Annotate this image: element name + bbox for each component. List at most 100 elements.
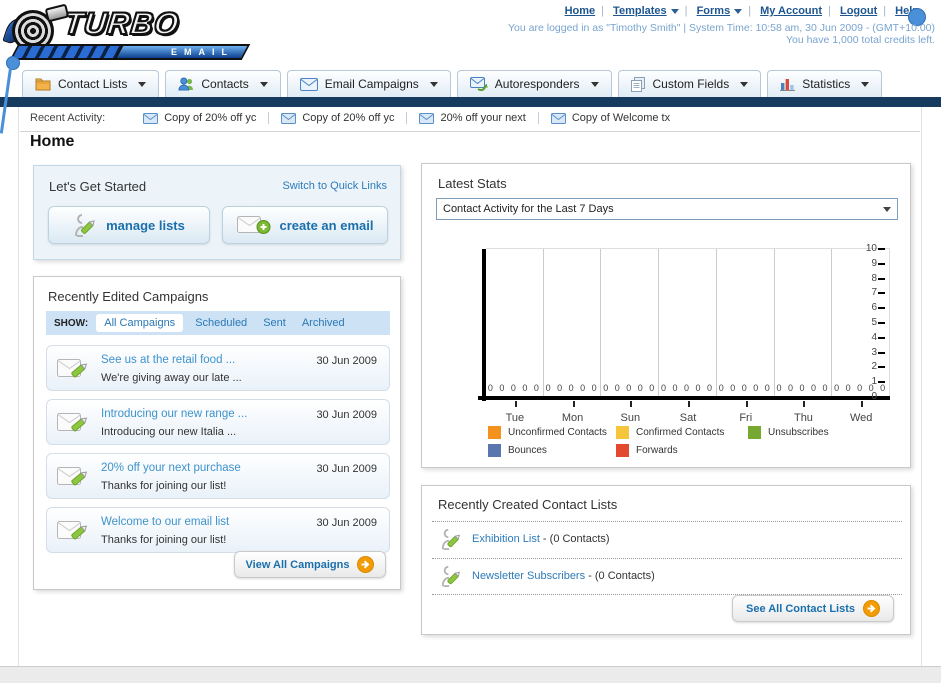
y-tick-label: 3	[871, 346, 877, 358]
tab-label: Contacts	[201, 77, 249, 91]
legend-swatch	[616, 444, 629, 457]
contact-list-row[interactable]: Exhibition List - (0 Contacts)	[440, 526, 610, 552]
x-tick-mark	[572, 401, 575, 407]
legend-item: Confirmed Contacts	[616, 426, 748, 439]
y-tick-label: 8	[871, 272, 877, 284]
chevron-down-icon	[138, 81, 147, 87]
bar-chart-icon	[780, 79, 796, 91]
x-tick-label: Mon	[544, 401, 602, 424]
main-nav-tabs: Contact Lists Contacts Email Campaigns A…	[22, 70, 883, 97]
legend-label: Confirmed Contacts	[636, 427, 725, 438]
switch-quick-links-link[interactable]: Switch to Quick Links	[282, 180, 387, 192]
pages-icon	[630, 76, 645, 92]
manage-lists-label: manage lists	[106, 217, 185, 233]
chevron-down-icon	[740, 81, 749, 87]
y-tick-mark	[878, 336, 885, 339]
campaign-filter-bar: SHOW: All Campaigns Scheduled Sent Archi…	[46, 311, 390, 335]
series-value-labels: 0 0 0 0 0	[776, 383, 830, 393]
campaign-row[interactable]: Introducing our new range ... Introducing…	[46, 399, 390, 445]
latest-stats-title: Latest Stats	[438, 176, 507, 191]
tab-contacts[interactable]: Contacts	[165, 70, 281, 97]
tab-custom-fields[interactable]: Custom Fields	[617, 70, 762, 97]
nav-link-home[interactable]: Home	[565, 5, 596, 17]
nav-link-forms[interactable]: Forms	[697, 5, 731, 17]
contact-list-link[interactable]: Newsletter Subscribers	[472, 570, 585, 582]
x-tick-label: Wed	[832, 401, 890, 424]
see-all-contact-lists-button[interactable]: See All Contact Lists	[732, 595, 894, 622]
campaigns-panel: Recently Edited Campaigns SHOW: All Camp…	[33, 276, 401, 590]
contact-lists-panel: Recently Created Contact Lists Exhibitio…	[421, 485, 911, 635]
view-all-campaigns-button[interactable]: View All Campaigns	[234, 551, 386, 578]
tab-label: Contact Lists	[58, 77, 128, 91]
envelope-pencil-icon	[57, 467, 88, 486]
y-tick-mark	[878, 307, 885, 310]
contact-list-count: - (0 Contacts)	[539, 533, 610, 545]
series-value-labels: 0 0 0 0 0	[487, 383, 541, 393]
x-tick-mark	[745, 401, 748, 407]
envelope-pencil-icon	[57, 413, 88, 432]
x-tick-label: Thu	[775, 401, 833, 424]
contact-list-link[interactable]: Exhibition List	[472, 533, 540, 545]
y-tick-mark	[878, 351, 885, 354]
person-pencil-icon	[75, 214, 95, 237]
tab-autoresponders[interactable]: Autoresponders	[456, 70, 612, 97]
filter-sent[interactable]: Sent	[263, 317, 286, 329]
chevron-down-icon	[670, 8, 679, 14]
envelope-pencil-icon	[57, 521, 88, 540]
tab-label: Email Campaigns	[324, 77, 419, 91]
arrow-right-icon	[357, 556, 375, 573]
create-email-label: create an email	[279, 217, 374, 233]
campaign-row[interactable]: See us at the retail food ... We're givin…	[46, 345, 390, 391]
y-tick-label: 9	[871, 257, 877, 269]
getting-started-panel: Let's Get Started Switch to Quick Links …	[33, 165, 401, 260]
filter-scheduled[interactable]: Scheduled	[195, 317, 247, 329]
stats-report-select[interactable]: Contact Activity for the Last 7 Days	[436, 198, 898, 220]
y-tick-label: 0	[871, 391, 877, 402]
series-value-labels: 0 0 0 0 0	[603, 383, 657, 393]
people-icon	[178, 77, 194, 91]
campaign-title-link[interactable]: 20% off your next purchase	[101, 462, 241, 474]
nav-link-logout[interactable]: Logout	[840, 5, 877, 17]
nav-link-templates[interactable]: Templates	[613, 5, 667, 17]
tab-email-campaigns[interactable]: Email Campaigns	[286, 70, 451, 97]
campaign-title-link[interactable]: Introducing our new range ...	[101, 408, 247, 420]
legend-swatch	[748, 426, 761, 439]
campaign-row[interactable]: 20% off your next purchase Thanks for joi…	[46, 453, 390, 499]
dotted-divider	[432, 558, 902, 559]
chevron-down-icon	[429, 81, 438, 87]
manage-lists-button[interactable]: manage lists	[48, 206, 210, 244]
y-tick-label: 6	[871, 302, 877, 314]
contact-lists-title: Recently Created Contact Lists	[438, 497, 618, 512]
tab-statistics[interactable]: Statistics	[767, 70, 883, 97]
contact-list-row[interactable]: Newsletter Subscribers - (0 Contacts)	[440, 563, 655, 589]
footer-strip	[0, 666, 941, 683]
view-all-campaigns-label: View All Campaigns	[245, 558, 350, 571]
campaigns-title: Recently Edited Campaigns	[48, 289, 209, 304]
nav-link-my-account[interactable]: My Account	[760, 5, 822, 17]
campaign-row[interactable]: Welcome to our email list Thanks for join…	[46, 507, 390, 553]
legend-item: Bounces	[488, 444, 616, 457]
y-tick-label: 2	[871, 361, 877, 373]
campaign-date: 30 Jun 2009	[316, 409, 377, 421]
dotted-divider	[432, 521, 902, 522]
x-tick-label: Sat	[659, 401, 717, 424]
tab-contact-lists[interactable]: Contact Lists	[22, 70, 160, 97]
x-tick-label: Tue	[486, 401, 544, 424]
series-value-labels: 0 0 0 0 0	[834, 383, 888, 393]
series-value-labels: 0 0 0 0 0	[661, 383, 715, 393]
x-tick-mark	[514, 401, 517, 407]
tab-label: Statistics	[802, 77, 851, 91]
envelope-icon	[299, 77, 318, 91]
create-email-button[interactable]: create an email	[222, 206, 388, 244]
legend-swatch	[616, 426, 629, 439]
filter-archived[interactable]: Archived	[302, 317, 345, 329]
latest-stats-panel: Latest Stats Contact Activity for the La…	[421, 163, 911, 468]
series-value-labels: 0 0 0 0 0	[545, 383, 599, 393]
campaign-title-link[interactable]: Welcome to our email list	[101, 516, 229, 528]
y-tick-mark	[878, 248, 885, 250]
campaign-date: 30 Jun 2009	[316, 355, 377, 367]
x-tick-mark	[630, 401, 633, 407]
contact-activity-chart: 0 0 0 0 00 0 0 0 00 0 0 0 00 0 0 0 00 0 …	[478, 244, 890, 402]
filter-all-campaigns[interactable]: All Campaigns	[96, 314, 184, 332]
campaign-title-link[interactable]: See us at the retail food ...	[101, 354, 235, 366]
